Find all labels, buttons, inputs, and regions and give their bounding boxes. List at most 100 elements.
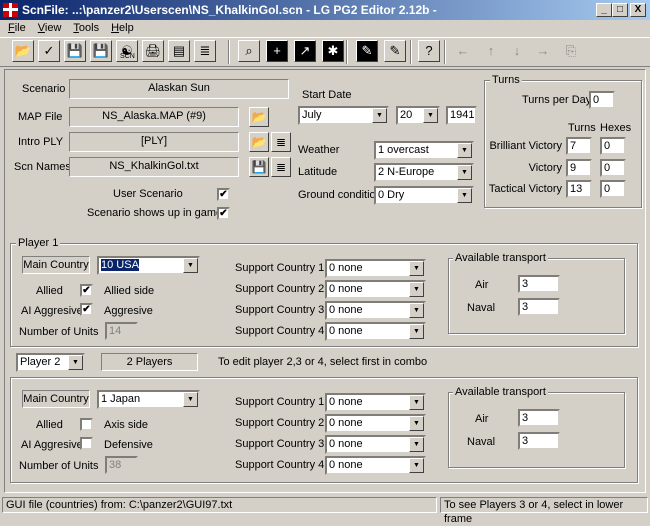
player2-support-value: 0 none — [329, 438, 363, 450]
player-select[interactable]: Player 2 ▼ — [16, 353, 85, 372]
player1-support-label-1: Support Country 1 — [235, 262, 325, 274]
day-select[interactable]: 20 ▼ — [396, 106, 440, 125]
player2-main-country-select[interactable]: 1 Japan ▼ — [97, 390, 200, 409]
edit-ply-button[interactable]: ≣ — [271, 132, 291, 152]
toolbar-button-open-folder[interactable]: 📂 — [12, 40, 34, 62]
victory-hexes-input[interactable]: 0 — [600, 159, 626, 177]
edit-names-button[interactable]: ≣ — [271, 157, 291, 177]
user-scenario-checkbox[interactable]: ✔ — [217, 188, 230, 201]
toolbar-button-save-as[interactable]: 💾 — [90, 40, 112, 62]
toolbar-button-print[interactable]: 🖨 — [142, 40, 164, 62]
toolbar-button-copy[interactable]: ⎘ — [560, 40, 582, 62]
player1-units-label: Number of Units — [19, 326, 99, 338]
player1-units-input: 14 — [105, 322, 138, 340]
toolbar-button-arrow-right[interactable]: → — [532, 40, 554, 62]
toolbar-button-deploy[interactable]: ✎ — [356, 40, 378, 62]
latitude-value: 2 N-Europe — [378, 166, 435, 178]
player1-support-country-4-select[interactable]: 0 none ▼ — [325, 322, 426, 341]
weather-select[interactable]: 1 overcast ▼ — [374, 141, 474, 160]
player2-transport-title: Available transport — [453, 386, 548, 398]
minimize-button[interactable]: _ — [596, 3, 612, 17]
close-button[interactable]: X — [630, 3, 646, 17]
brilliant-turns-input[interactable]: 7 — [566, 137, 592, 155]
player1-support-country-2-select[interactable]: 0 none ▼ — [325, 280, 426, 299]
save-icon: 💾 — [66, 43, 84, 58]
player2-naval-input[interactable]: 3 — [518, 432, 560, 450]
scn-names-field[interactable]: NS_KhalkinGol.txt — [69, 157, 239, 177]
player1-main-country-button[interactable]: Main Country — [22, 256, 90, 274]
weather-label: Weather — [298, 144, 340, 156]
turns-per-day-label: Turns per Day — [522, 94, 592, 106]
toolbar-button-units[interactable]: ✱ — [322, 40, 344, 62]
toolbar-button-scn-yin-yang[interactable]: ☯ SCN — [116, 40, 138, 62]
player1-air-input[interactable]: 3 — [518, 275, 560, 293]
player1-support-country-3-select[interactable]: 0 none ▼ — [325, 301, 426, 320]
book-icon: ▤ — [172, 43, 186, 58]
tactical-turns-input[interactable]: 13 — [566, 180, 592, 198]
toolbar-button-check[interactable]: ✓ — [38, 40, 60, 62]
open-ply-button[interactable]: 📂 — [249, 132, 269, 152]
player2-ai-label: AI Aggresive — [21, 439, 83, 451]
player1-ai-checkbox[interactable]: ✔ — [80, 303, 93, 316]
map-file-label: MAP File — [18, 111, 63, 123]
month-select[interactable]: July ▼ — [298, 106, 389, 125]
player1-support-country-1-select[interactable]: 0 none ▼ — [325, 259, 426, 278]
chevron-down-icon: ▼ — [372, 108, 387, 123]
player1-main-country-select[interactable]: 10 USA ▼ — [97, 256, 200, 275]
ground-value: 0 Dry — [378, 189, 405, 201]
player2-support-label-4: Support Country 4 — [235, 459, 325, 471]
hexes-col-header: Hexes — [600, 122, 632, 134]
player2-main-country-button[interactable]: Main Country — [22, 390, 90, 408]
intro-ply-label: Intro PLY — [18, 136, 64, 148]
player1-side-text: Allied side — [104, 285, 155, 297]
victory-turns-input[interactable]: 9 — [566, 159, 592, 177]
menu-help[interactable]: Help — [111, 22, 134, 34]
map-file-field[interactable]: NS_Alaska.MAP (#9) — [69, 107, 239, 127]
brilliant-hexes-input[interactable]: 0 — [600, 137, 626, 155]
player1-support-label-3: Support Country 3 — [235, 304, 325, 316]
menu-view[interactable]: View — [38, 22, 62, 34]
toolbar-button-map-export[interactable]: ↗ — [294, 40, 316, 62]
player2-support-country-4-select[interactable]: 0 none ▼ — [325, 456, 426, 475]
latitude-label: Latitude — [298, 166, 338, 178]
chevron-down-icon: ▼ — [457, 188, 472, 203]
menu-file[interactable]: File — [8, 22, 26, 34]
ground-select[interactable]: 0 Dry ▼ — [374, 186, 474, 205]
player2-support-country-1-select[interactable]: 0 none ▼ — [325, 393, 426, 412]
player2-allied-checkbox[interactable] — [80, 418, 93, 431]
toolbar-button-find[interactable]: ⌕ — [238, 40, 260, 62]
toolbar-button-arrow-down[interactable]: ↓ — [506, 40, 528, 62]
player2-support-country-2-select[interactable]: 0 none ▼ — [325, 414, 426, 433]
toolbar-separator — [410, 40, 412, 64]
toolbar-button-edit-disabled[interactable]: ✎ — [384, 40, 406, 62]
player2-support-country-3-select[interactable]: 0 none ▼ — [325, 435, 426, 454]
scenario-field[interactable]: Alaskan Sun — [69, 79, 289, 99]
toolbar-button-save[interactable]: 💾 — [64, 40, 86, 62]
turns-per-day-input[interactable]: 0 — [589, 91, 615, 109]
open-map-button[interactable]: 📂 — [249, 107, 269, 127]
menu-tools[interactable]: Tools — [73, 22, 99, 34]
toolbar-button-sort-list[interactable]: ≣ — [194, 40, 216, 62]
menu-bar: File View Tools Help — [0, 20, 650, 37]
maximize-button[interactable]: □ — [612, 3, 628, 17]
shows-up-checkbox[interactable]: ✔ — [217, 207, 230, 220]
toolbar-button-arrow-up[interactable]: ↑ — [480, 40, 502, 62]
toolbar-button-add-unit[interactable]: + — [266, 40, 288, 62]
player1-naval-input[interactable]: 3 — [518, 298, 560, 316]
player1-support-label-4: Support Country 4 — [235, 325, 325, 337]
toolbar-button-help[interactable]: ? — [418, 40, 440, 62]
player2-air-input[interactable]: 3 — [518, 409, 560, 427]
tactical-hexes-input[interactable]: 0 — [600, 180, 626, 198]
save-names-button[interactable]: 💾 — [249, 157, 269, 177]
player1-allied-checkbox[interactable]: ✔ — [80, 284, 93, 297]
toolbar-button-arrow-left[interactable]: ← — [452, 40, 474, 62]
player1-support-value: 0 none — [329, 262, 363, 274]
scn-names-label: Scn Names — [14, 161, 71, 173]
player1-support-value: 0 none — [329, 283, 363, 295]
add-unit-icon: + — [273, 43, 281, 58]
year-input[interactable]: 1941 — [446, 106, 477, 125]
player2-ai-checkbox[interactable] — [80, 437, 93, 450]
intro-ply-field[interactable]: [PLY] — [69, 132, 239, 152]
toolbar-button-book[interactable]: ▤ — [168, 40, 190, 62]
latitude-select[interactable]: 2 N-Europe ▼ — [374, 163, 474, 182]
